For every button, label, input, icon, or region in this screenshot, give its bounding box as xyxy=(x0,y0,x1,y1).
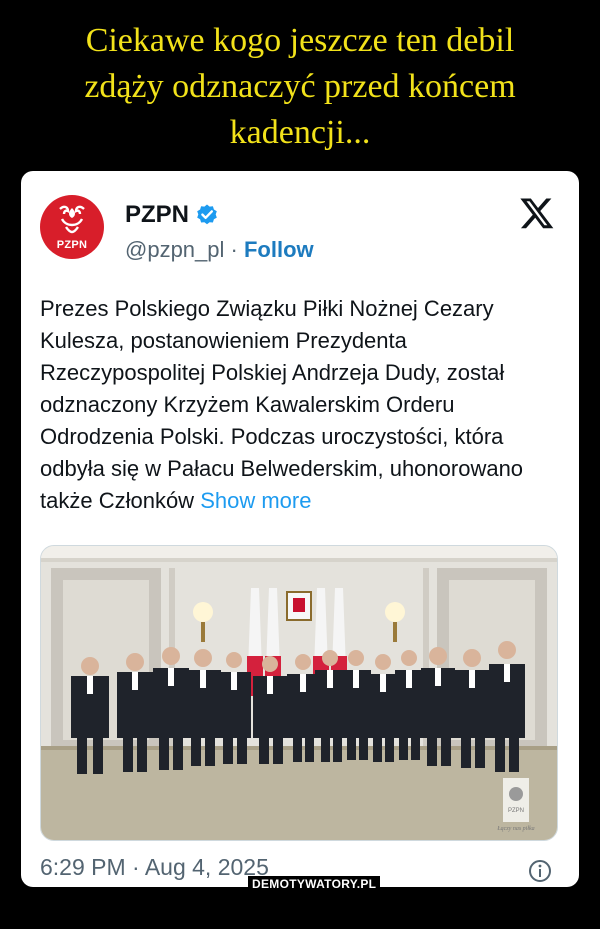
meme-caption-line-1: Ciekawe kogo jeszcze ten debil xyxy=(85,22,515,59)
x-logo-icon[interactable] xyxy=(519,195,555,231)
author-name[interactable]: PZPN xyxy=(125,201,189,229)
site-watermark: DEMOTYWATORY.PL xyxy=(248,876,381,892)
pzpn-eagle-icon xyxy=(59,205,85,234)
separator-dot: · xyxy=(224,237,244,262)
follow-button[interactable]: Follow xyxy=(244,237,314,262)
author-row: PZPN xyxy=(125,201,219,229)
handle-row: @pzpn_pl · Follow xyxy=(125,237,314,263)
tweet-photo[interactable]: PZPN Łączy nas piłka xyxy=(40,545,558,841)
info-icon[interactable] xyxy=(528,859,552,883)
author-handle[interactable]: @pzpn_pl xyxy=(125,237,224,262)
verified-badge-icon xyxy=(197,204,217,225)
avatar-label: PZPN xyxy=(56,239,88,251)
tweet-text: Prezes Polskiego Związku Piłki Nożnej Ce… xyxy=(40,293,560,517)
tweet-body: Prezes Polskiego Związku Piłki Nożnej Ce… xyxy=(40,296,524,513)
show-more-link[interactable]: Show more xyxy=(200,488,311,513)
ceremony-photo: PZPN Łączy nas piłka xyxy=(41,546,557,840)
meme-caption-line-3: kadencji... xyxy=(229,114,371,151)
tweet-card[interactable]: PZPN PZPN @pzpn_pl · Follow Prezes Polsk… xyxy=(21,171,579,887)
meme-caption-line-2: zdąży odznaczyć przed końcem xyxy=(84,68,516,105)
tweet-timestamp[interactable]: 6:29 PM · Aug 4, 2025 xyxy=(40,854,269,881)
photo-logo-tagline: Łączy nas piłka xyxy=(496,826,534,832)
avatar[interactable]: PZPN xyxy=(40,195,104,259)
meme-caption: Ciekawe kogo jeszcze ten debil zdąży odz… xyxy=(0,18,600,156)
photo-logo-label: PZPN xyxy=(508,808,524,814)
